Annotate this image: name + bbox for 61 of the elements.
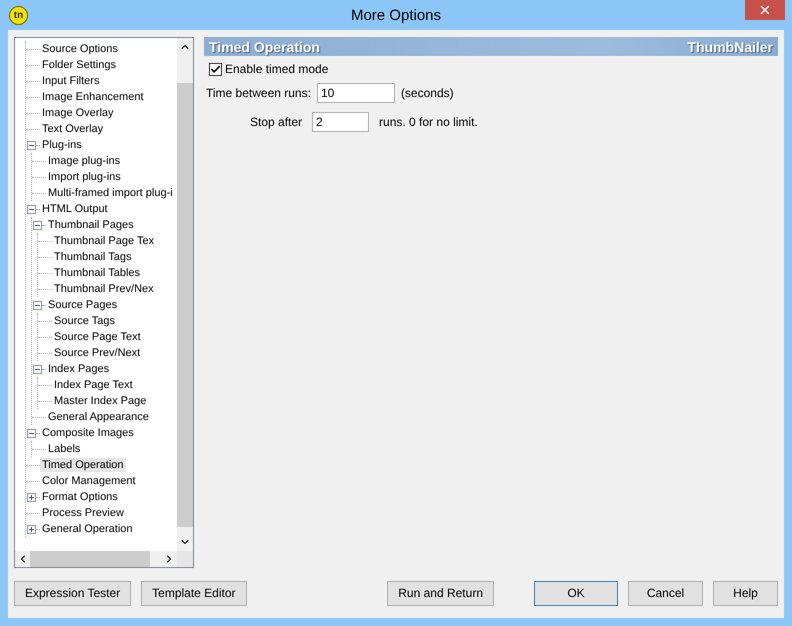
expand-icon[interactable] [27,492,36,502]
tree-item[interactable]: Image Enhancement [40,90,146,104]
section-title: Timed Operation [209,38,320,54]
tree-item[interactable]: Labels [46,442,82,456]
checkbox-label: Enable timed mode [225,62,328,76]
collapse-icon[interactable] [33,364,42,374]
tree-item[interactable]: Process Preview [40,506,126,520]
tree-item[interactable]: Color Management [40,474,138,488]
tree-item[interactable]: Thumbnail Page Tex [52,234,156,248]
field-label: Stop after [250,115,302,129]
tree-item[interactable]: Index Page Text [52,378,135,392]
input-field[interactable]: 2 [312,112,370,132]
dialog-button[interactable]: Expression Tester [14,580,132,606]
tree-item[interactable]: Composite Images [40,426,136,440]
unit-label: (seconds) [400,86,454,100]
dialog-button[interactable]: Cancel [628,580,703,606]
dialog-button[interactable]: Help [713,580,778,606]
tree-item[interactable]: General Operation [40,522,134,536]
collapse-icon[interactable] [27,204,36,214]
app-logo: tn [9,6,28,24]
close-icon[interactable] [758,3,772,17]
tree-item[interactable]: Source Pages [46,298,120,312]
collapse-icon[interactable] [33,220,42,230]
scrollbar-thumb[interactable] [177,83,193,527]
tree-item[interactable]: Image plug-ins [46,154,122,168]
tree-item[interactable]: Multi-framed import plug-i [46,186,175,200]
expand-icon[interactable] [27,524,36,534]
dialog-button[interactable]: OK [534,580,618,606]
tree-item[interactable]: Index Pages [46,362,112,376]
brand-label: ThumbNailer [687,38,773,54]
tree-item[interactable]: Plug-ins [40,138,84,152]
collapse-icon[interactable] [33,300,42,310]
tree-item[interactable]: Thumbnail Prev/Nex [52,282,156,296]
collapse-icon[interactable] [27,140,36,150]
close-button[interactable] [745,0,785,20]
collapse-icon[interactable] [27,428,36,438]
input-field[interactable]: 10 [316,83,395,103]
checkbox[interactable] [209,62,222,76]
tree-item[interactable]: Source Page Text [52,330,143,344]
field-label: Time between runs: [206,86,311,100]
tree-item[interactable]: Master Index Page [52,394,148,408]
tree-item[interactable]: Thumbnail Tables [52,266,142,280]
tree-item[interactable]: Thumbnail Pages [46,218,136,232]
tree-item[interactable]: Input Filters [40,74,102,88]
unit-label: runs. 0 for no limit. [379,115,478,129]
tree-item[interactable]: Source Tags [52,314,117,328]
scrollbar-thumb[interactable] [30,551,150,567]
tree-item[interactable]: Source Prev/Next [52,346,142,360]
tree-item[interactable]: Timed Operation [40,458,126,472]
tree-item[interactable]: Thumbnail Tags [52,250,134,264]
tree-item[interactable]: Format Options [40,490,120,504]
tree-item[interactable]: Source Options [40,42,120,56]
tree-item[interactable]: Import plug-ins [46,170,123,184]
tree-item[interactable]: Text Overlay [40,122,106,136]
dialog-button[interactable]: Template Editor [141,580,247,606]
dialog-button[interactable]: Run and Return [387,580,494,606]
tree-item[interactable]: Image Overlay [40,106,116,120]
window-title: More Options [350,6,442,24]
tree-item[interactable]: General Appearance [46,410,151,424]
tree-item[interactable]: Folder Settings [40,58,118,72]
tree-item[interactable]: HTML Output [40,202,110,216]
